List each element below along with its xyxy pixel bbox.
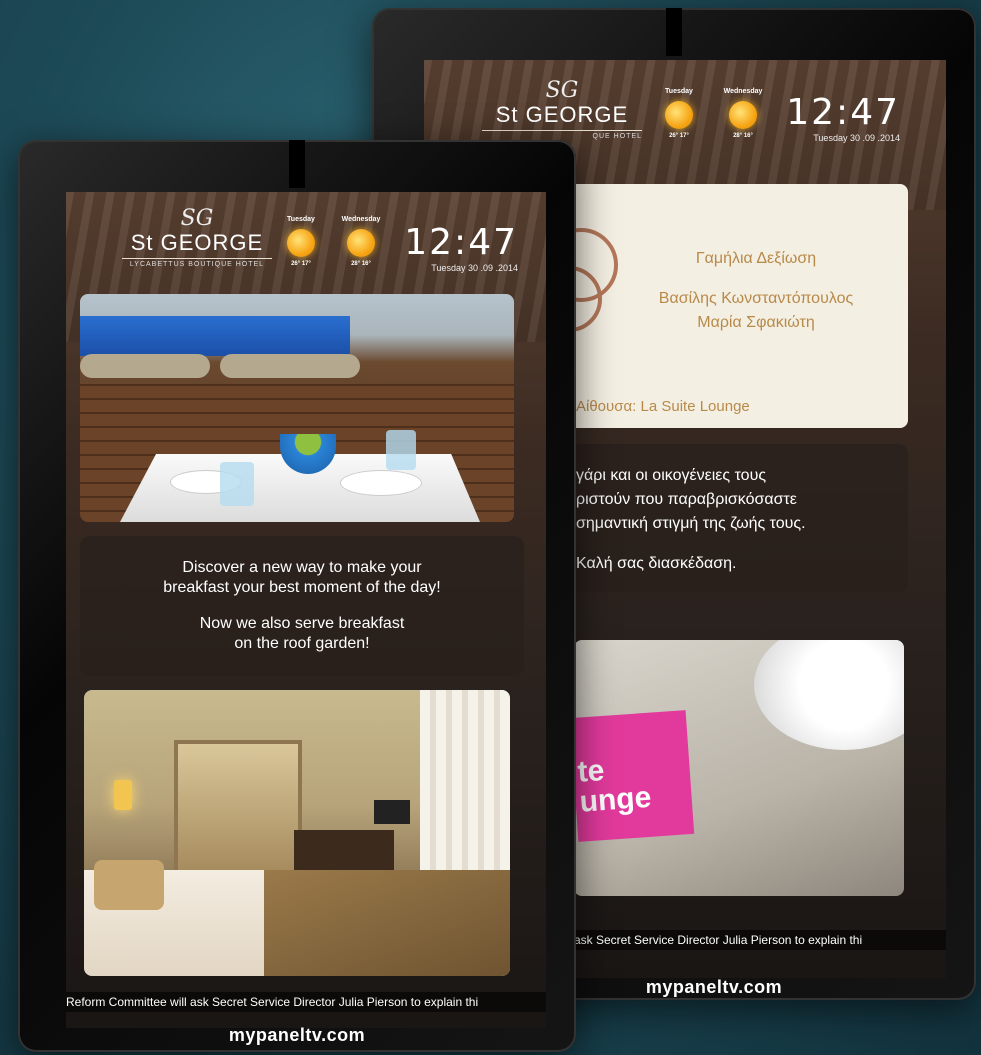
brand-footer: mypaneltv.com bbox=[228, 1025, 366, 1045]
hotel-logo: SG St GEORGE QUE HOTEL bbox=[482, 80, 642, 140]
hotel-subtitle: QUE HOTEL bbox=[592, 133, 642, 140]
sun-icon bbox=[347, 229, 375, 257]
hotel-subtitle: LYCABETTUS BOUTIQUE HOTEL bbox=[129, 261, 265, 268]
weather-wednesday: Wednesday 28° 16° bbox=[718, 88, 768, 139]
weather-temps: 28° 16° bbox=[351, 261, 371, 267]
lounger-cushion bbox=[220, 354, 360, 378]
hotel-room-photo bbox=[84, 690, 510, 976]
bride-name: Μαρία Σφακιώτη bbox=[697, 314, 815, 331]
weather-temps: 28° 16° bbox=[733, 133, 753, 139]
wedding-card: Γαμήλια Δεξίωση Βασίλης Κωνσταντόπουλος … bbox=[564, 184, 908, 428]
hotel-name: St GEORGE bbox=[130, 230, 264, 255]
header-bar: SG St GEORGE LYCABETTUS BOUTIQUE HOTEL T… bbox=[66, 192, 546, 292]
lounge-sign: te unge bbox=[574, 710, 695, 842]
weather-wednesday: Wednesday 28° 16° bbox=[336, 216, 386, 267]
weather-day: Wednesday bbox=[341, 216, 381, 223]
front-display-panel: SG St GEORGE LYCABETTUS BOUTIQUE HOTEL T… bbox=[18, 140, 576, 1052]
mirror-doorway bbox=[174, 740, 302, 878]
weather-temps: 26° 17° bbox=[291, 261, 311, 267]
glass bbox=[220, 462, 254, 506]
wall-lamp bbox=[114, 780, 132, 810]
glass bbox=[386, 430, 416, 470]
logo-monogram: SG bbox=[180, 206, 214, 231]
clock-time: 12:47 bbox=[786, 92, 900, 133]
desk bbox=[294, 830, 394, 870]
front-screen: SG St GEORGE LYCABETTUS BOUTIQUE HOTEL T… bbox=[66, 192, 546, 1028]
weather-day: Wednesday bbox=[723, 88, 763, 95]
pool bbox=[80, 316, 350, 356]
clock-time: 12:47 bbox=[404, 222, 518, 263]
hotel-name: St GEORGE bbox=[495, 102, 629, 127]
clock-date: Tuesday 30 .09 .2014 bbox=[431, 263, 518, 273]
lounger-cushion bbox=[80, 354, 210, 378]
hotel-logo: SG St GEORGE LYCABETTUS BOUTIQUE HOTEL bbox=[122, 208, 272, 268]
weather-day: Tuesday bbox=[287, 216, 315, 223]
promo-text: on the roof garden! bbox=[234, 635, 370, 652]
sun-icon bbox=[665, 101, 693, 129]
bed-runner bbox=[264, 870, 510, 976]
weather-day: Tuesday bbox=[665, 88, 693, 95]
clock-date: Tuesday 30 .09 .2014 bbox=[813, 133, 900, 143]
message-line: γάρι και οι οικογένειες τους bbox=[576, 467, 767, 484]
mount-bracket bbox=[666, 8, 682, 56]
plate bbox=[340, 470, 422, 496]
plate bbox=[754, 640, 904, 750]
weather-temps: 26° 17° bbox=[669, 133, 689, 139]
mount-bracket bbox=[289, 140, 305, 188]
sun-icon bbox=[287, 229, 315, 257]
pillow bbox=[94, 860, 164, 910]
logo-divider bbox=[482, 130, 642, 131]
promo-text: breakfast your best moment of the day! bbox=[163, 579, 441, 596]
wedding-message-panel: γάρι και οι οικογένειες τους ριστούν που… bbox=[564, 444, 908, 592]
weather-tuesday: Tuesday 26° 17° bbox=[276, 216, 326, 267]
tv bbox=[374, 800, 410, 824]
logo-monogram: SG bbox=[545, 78, 579, 103]
logo-divider bbox=[122, 258, 272, 259]
clock: 12:47 Tuesday 30 .09 .2014 bbox=[786, 92, 900, 143]
message-line: ριστούν που παραβρισκόσαστε bbox=[576, 491, 797, 508]
promo-text: Now we also serve breakfast bbox=[199, 615, 405, 632]
clock: 12:47 Tuesday 30 .09 .2014 bbox=[404, 222, 518, 273]
sign-text: unge bbox=[578, 780, 653, 819]
groom-name: Βασίλης Κωνσταντόπουλος bbox=[658, 290, 854, 307]
news-ticker: Reform Committee will ask Secret Service… bbox=[66, 992, 546, 1012]
event-title: Γαμήλια Δεξίωση bbox=[695, 250, 817, 267]
hall-name: Αίθουσα: La Suite Lounge bbox=[576, 398, 750, 415]
breakfast-promo-panel: Discover a new way to make your breakfas… bbox=[80, 536, 524, 676]
sun-icon bbox=[729, 101, 757, 129]
lounge-menu-photo: te unge bbox=[574, 640, 904, 896]
weather-tuesday: Tuesday 26° 17° bbox=[654, 88, 704, 139]
message-line: Καλή σας διασκέδαση. bbox=[576, 555, 737, 572]
message-line: σημαντική στιγμή της ζωής τους. bbox=[576, 515, 806, 532]
breakfast-table-photo bbox=[80, 294, 514, 522]
promo-text: Discover a new way to make your bbox=[182, 559, 422, 576]
